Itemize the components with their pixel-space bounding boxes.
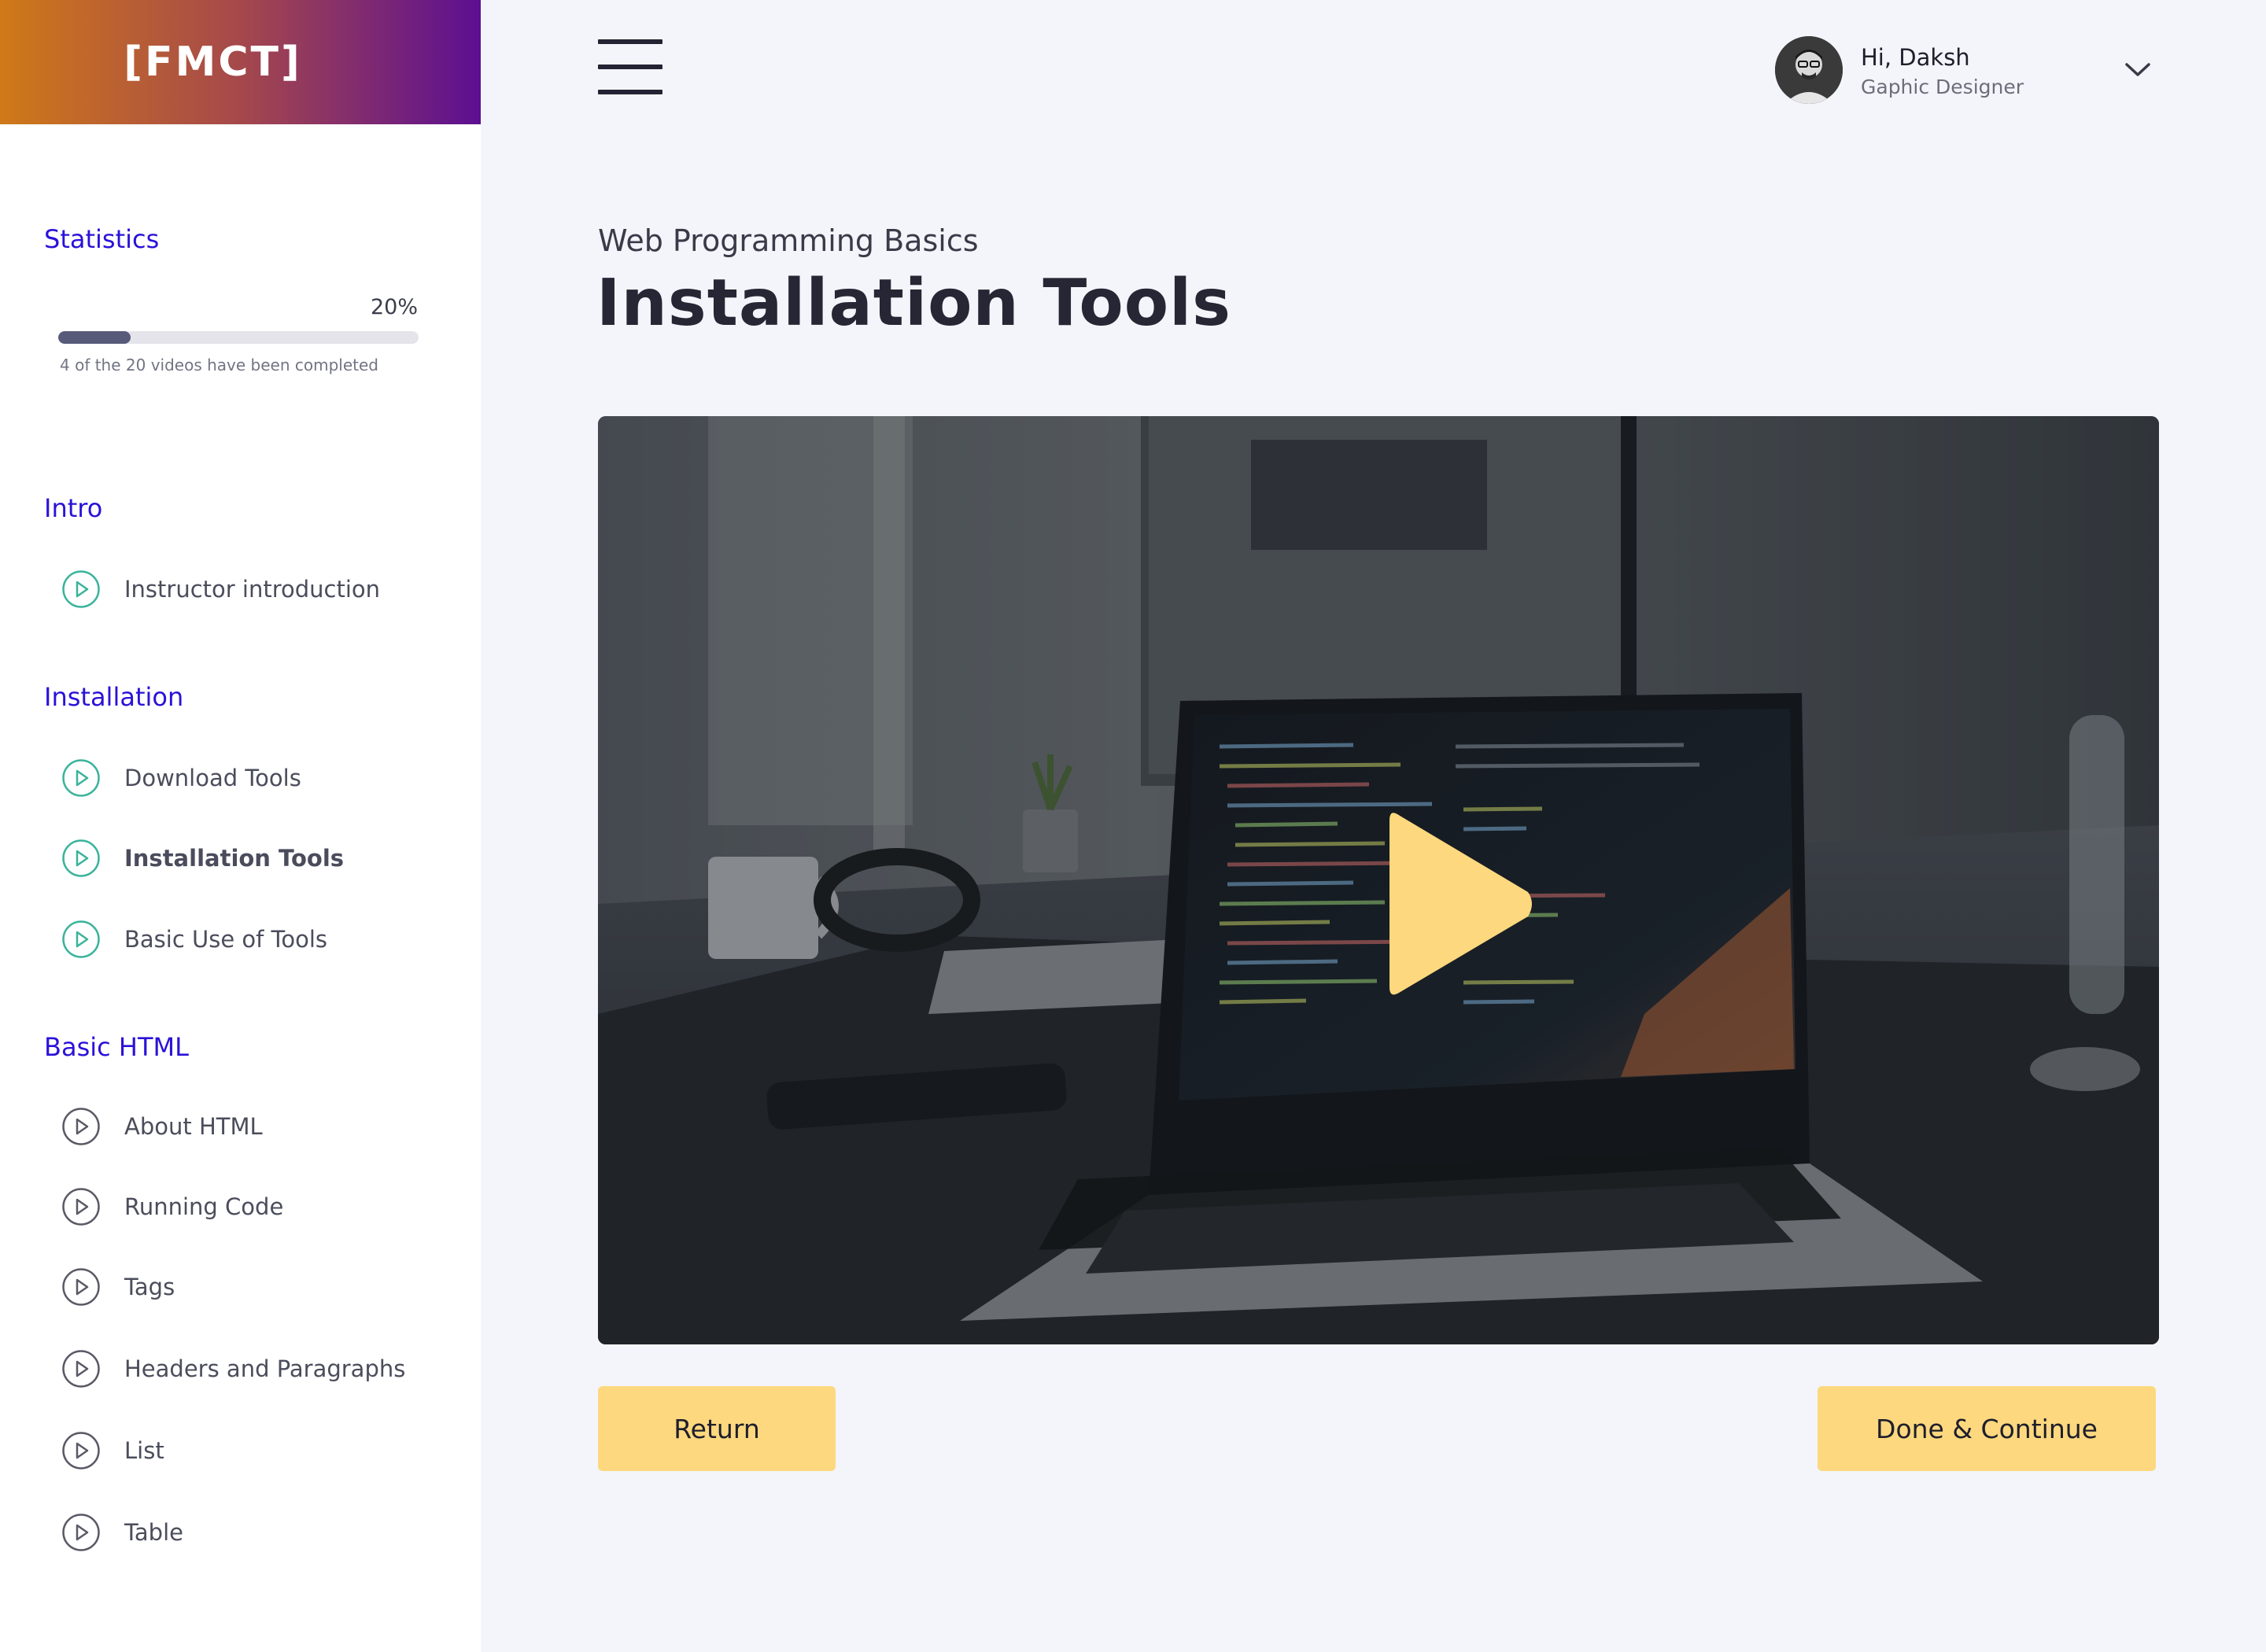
play-circle-icon [62,839,100,877]
progress-bar [58,331,419,344]
user-role: Gaphic Designer [1861,76,2024,98]
lesson-label: Download Tools [124,765,301,791]
play-circle-icon [62,759,100,797]
section-heading-basic-html: Basic HTML [44,1032,189,1062]
lesson-label: Instructor introduction [124,576,381,603]
section-heading-intro: Intro [44,493,103,523]
lesson-label: Running Code [124,1193,284,1220]
play-circle-icon [62,1432,100,1469]
lesson-item-running-code[interactable]: Running Code [61,1186,283,1227]
lesson-item-about-html[interactable]: About HTML [61,1106,263,1147]
lesson-item-basic-use-of-tools[interactable]: Basic Use of Tools [61,919,327,960]
progress-caption: 4 of the 20 videos have been completed [60,356,378,374]
progress-percent: 20% [370,295,418,319]
lesson-label: Tags [124,1274,175,1300]
lesson-item-headers-and-paragraphs[interactable]: Headers and Paragraphs [61,1348,405,1389]
statistics-heading: Statistics [44,224,160,254]
lesson-item-table[interactable]: Table [61,1512,183,1553]
lesson-label: Basic Use of Tools [124,926,327,953]
play-circle-icon [62,1188,100,1226]
play-circle-icon [62,1108,100,1145]
lesson-label: Headers and Paragraphs [124,1355,406,1382]
play-circle-icon [62,570,100,608]
hamburger-icon[interactable] [598,39,662,94]
play-circle-icon [62,1514,100,1551]
avatar[interactable] [1775,36,1843,104]
video-player[interactable] [598,416,2159,1344]
play-circle-icon [62,1268,100,1306]
play-circle-icon [62,920,100,958]
lesson-label: Table [124,1519,183,1546]
chevron-down-icon[interactable] [2124,61,2151,79]
lesson-label: About HTML [124,1113,263,1140]
page-title: Installation Tools [596,266,1231,341]
return-button[interactable]: Return [598,1386,836,1471]
lesson-item-list[interactable]: List [61,1430,164,1471]
user-greeting: Hi, Daksh [1861,44,1970,71]
play-circle-icon [62,1350,100,1388]
lesson-label: Installation Tools [124,845,345,872]
play-icon[interactable] [1314,786,1550,1022]
lesson-item-instructor-introduction[interactable]: Instructor introduction [61,569,380,610]
course-name: Web Programming Basics [598,223,979,258]
lesson-label: List [124,1437,164,1464]
brand-name: [FMCT] [124,39,302,86]
section-heading-installation: Installation [44,682,184,712]
brand-logo[interactable]: [FMCT] [0,0,481,124]
progress-bar-fill [58,331,131,344]
done-and-continue-button[interactable]: Done & Continue [1818,1386,2156,1471]
lesson-item-tags[interactable]: Tags [61,1267,175,1307]
sidebar: [FMCT] Statistics 20% 4 of the 20 videos… [0,0,481,1652]
lesson-item-installation-tools[interactable]: Installation Tools [61,838,344,879]
lesson-item-download-tools[interactable]: Download Tools [61,758,301,798]
user-avatar-image [1775,36,1843,104]
